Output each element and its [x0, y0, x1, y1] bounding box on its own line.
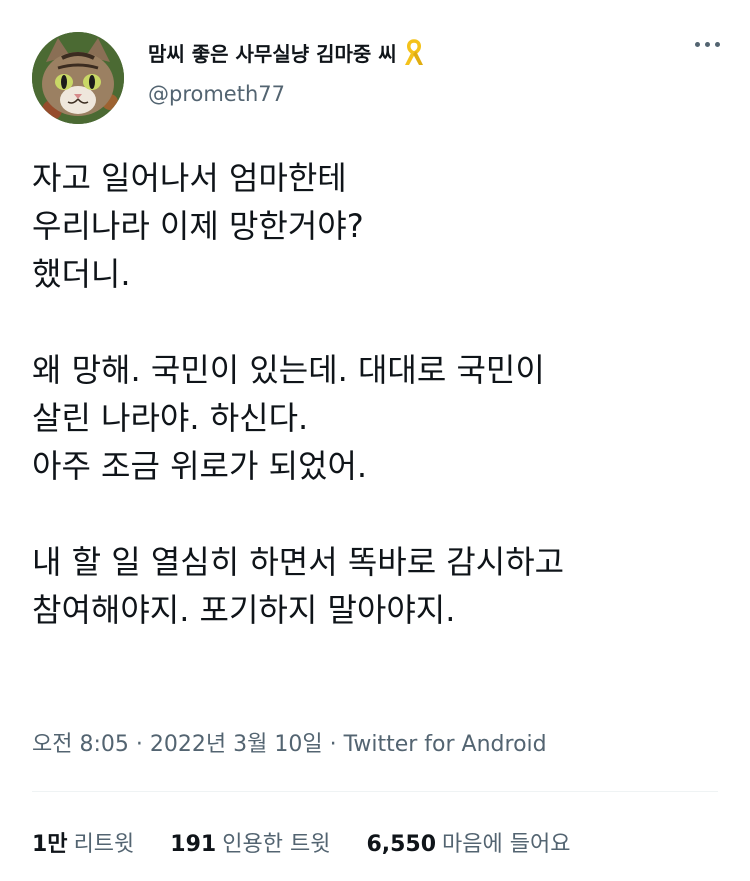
tweet-paragraph: 왜 망해. 국민이 있는데. 대대로 국민이 살린 나라야. 하신다. 아주 조…: [32, 351, 545, 485]
author-name-row[interactable]: 맘씨 좋은 사무실냥 김마중 씨: [148, 38, 425, 67]
author-handle[interactable]: @prometh77: [148, 82, 285, 106]
author-display-name[interactable]: 맘씨 좋은 사무실냥 김마중 씨: [148, 38, 397, 67]
retweets-label: 리트윗: [73, 832, 135, 857]
tweet-date[interactable]: 2022년 3월 10일: [150, 732, 323, 757]
meta-separator: ·: [329, 732, 337, 757]
retweets-count: 1만: [32, 832, 68, 857]
yellow-ribbon-icon: [403, 38, 425, 67]
likes-stat[interactable]: 6,550 마음에 들어요: [366, 826, 570, 858]
tweet-text: 자고 일어나서 엄마한테 우리나라 이제 망한거야? 했더니. 왜 망해. 국민…: [32, 154, 722, 682]
divider: [32, 791, 718, 792]
tweet-time[interactable]: 오전 8:05: [32, 732, 129, 757]
tweet-meta: 오전 8:05 · 2022년 3월 10일 · Twitter for And…: [32, 726, 547, 758]
author-avatar[interactable]: [32, 32, 124, 124]
likes-label: 마음에 들어요: [442, 832, 571, 857]
likes-count: 6,550: [366, 832, 437, 857]
retweets-stat[interactable]: 1만 리트윗: [32, 826, 134, 858]
meta-separator: ·: [135, 732, 143, 757]
tweet-paragraph: 내 할 일 열심히 하면서 똑바로 감시하고 참여해야지. 포기하지 말아야지.: [32, 543, 565, 629]
tweet-paragraph: 자고 일어나서 엄마한테 우리나라 이제 망한거야? 했더니.: [32, 159, 364, 293]
quotes-stat[interactable]: 191 인용한 트윗: [170, 826, 330, 858]
tweet-stats: 1만 리트윗 191 인용한 트윗 6,550 마음에 들어요: [32, 826, 570, 858]
quotes-label: 인용한 트윗: [222, 832, 331, 857]
quotes-count: 191: [170, 832, 217, 857]
cat-avatar-icon: [32, 32, 124, 124]
more-options-icon[interactable]: [695, 42, 720, 47]
tweet-source[interactable]: Twitter for Android: [344, 732, 547, 757]
